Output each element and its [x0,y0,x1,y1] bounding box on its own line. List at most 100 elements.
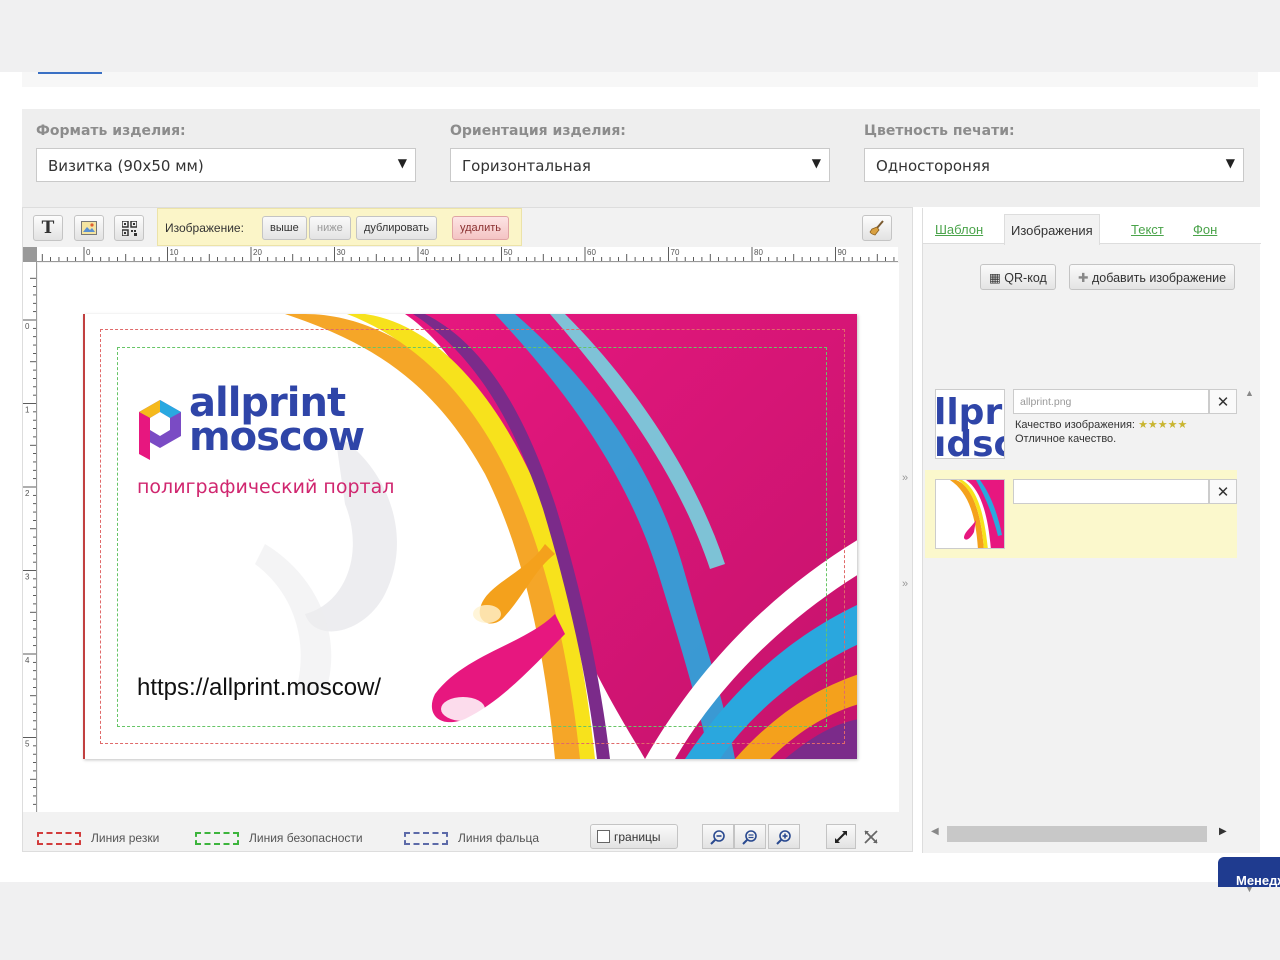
broom-icon [869,220,884,236]
add-image-tool-button[interactable] [74,215,104,241]
remove-image-button[interactable]: ✕ [1209,389,1237,414]
delete-image-button[interactable]: удалить [452,216,510,240]
scrollbar-thumb[interactable] [947,826,1207,842]
borders-label: границы [614,829,661,844]
cut-line-swatch [37,831,81,845]
move-down-button[interactable]: ниже [309,216,351,240]
tab-template[interactable]: Шаблон [929,214,989,244]
clear-canvas-button[interactable] [862,215,892,241]
ruler-tick-label: 2 [25,489,30,498]
card-url[interactable]: https://allprint.moscow/ [137,674,381,702]
ruler-tick-label: 90 [838,248,847,257]
ruler-tick-label: 4 [25,656,30,665]
swirl-thumbnail-image [936,480,1004,548]
ruler-tick-label: 3 [25,573,30,582]
safety-line-swatch [195,831,239,845]
image-list-item[interactable]: llpr ıdsc allprint.png ✕ Качество изобра… [925,380,1237,468]
orientation-param: Ориентация изделия: Горизонтальная ▼ [450,123,830,182]
vertical-ruler: 0 1 2 3 4 5 [23,262,37,812]
image-list-item-selected[interactable]: ✕ [925,470,1237,558]
collapse-button[interactable] [863,829,879,850]
ruler-tick-label: 70 [671,248,680,257]
card-tagline[interactable]: полиграфический портал [137,476,394,498]
add-text-button[interactable]: T [33,215,63,241]
ruler-tick-label: 60 [587,248,596,257]
logo-mark-icon [139,400,181,460]
legend-cut: Линия резки [37,831,159,845]
image-name-input[interactable]: allprint.png [1013,389,1209,414]
manager-chat-button[interactable]: Менеджер [1218,857,1280,887]
legend-safety: Линия безопасности [195,831,363,845]
legend-safety-label: Линия безопасности [249,831,363,845]
tab-text[interactable]: Текст [1125,214,1170,244]
remove-image-button[interactable]: ✕ [1209,479,1237,504]
horizontal-ruler-ticks: 0 10 20 30 40 50 60 70 80 90 [41,247,895,261]
tab-background[interactable]: Фон [1187,214,1223,244]
plus-icon: ✚ [1078,271,1089,285]
borders-checkbox[interactable] [597,830,610,843]
orientation-value: Горизонтальная [462,157,591,175]
add-qr-tool-button[interactable] [114,215,144,241]
business-card[interactable]: allprint moscow полиграфический портал h… [83,314,857,759]
move-up-button[interactable]: выше [262,216,307,240]
page: Формать изделия: Визитка (90х50 мм) ▼ Ор… [0,72,1280,894]
editor-bottom-bar: Линия резки Линия безопасности Линия фал… [23,812,912,852]
ruler-tick-label: 10 [170,248,179,257]
ruler-tick-label: 80 [754,248,763,257]
scroll-left-icon[interactable]: ◀ [931,826,939,837]
legend-fold-label: Линия фальца [458,831,540,845]
expand-button[interactable] [826,824,856,849]
qr-code-icon [121,220,137,236]
orientation-label: Ориентация изделия: [450,123,626,139]
horizontal-ruler: 0 10 20 30 40 50 60 70 80 90 [37,247,898,262]
top-tab-strip [22,72,1258,87]
add-qr-button[interactable]: ▦ QR-код [980,264,1056,290]
editor-area: T Изображение: выше ниже дублировать уда… [22,207,913,852]
close-icon: ✕ [1216,393,1230,411]
legend-cut-label: Линия резки [91,831,160,845]
side-panel: Шаблон Изображения Текст Фон ▦ QR-код ✚ … [922,208,1261,894]
duplicate-button[interactable]: дублировать [356,216,438,240]
add-image-button[interactable]: ✚ добавить изображение [1069,264,1236,290]
panel-splitter-icon[interactable]: » [902,472,908,484]
zoom-out-button[interactable] [702,824,734,849]
orientation-select[interactable]: Горизонтальная ▼ [450,148,830,182]
color-param: Цветность печати: Одностороняя ▼ [864,123,1244,182]
image-icon [81,221,97,235]
scroll-right-icon[interactable]: ▶ [1219,826,1227,837]
quality-label: Качество изображения: [1015,419,1135,431]
panel-splitter-icon[interactable]: » [902,578,908,590]
collapse-icon [864,830,878,844]
logo-line-2: moscow [189,414,365,460]
ruler-tick-label: 1 [25,406,30,415]
add-image-label: добавить изображение [1091,271,1227,285]
scroll-up-icon[interactable]: ▲ [1245,388,1254,398]
svg-text:ıdsc: ıdsc [936,424,1005,459]
ruler-tick-label: 0 [86,248,91,257]
ruler-tick-label: 0 [25,322,30,331]
toggle-borders-button[interactable]: границы [590,824,678,849]
format-select[interactable]: Визитка (90х50 мм) ▼ [36,148,416,182]
image-name-input[interactable] [1013,479,1209,504]
ruler-tick-label: 20 [253,248,262,257]
quality-text: Отличное качество. [1015,433,1117,445]
tab-images[interactable]: Изображения [1004,214,1100,245]
image-panel-actions: ▦ QR-код ✚ добавить изображение [923,252,1249,296]
format-value: Визитка (90х50 мм) [48,157,204,175]
horizontal-scrollbar[interactable]: ◀ ▶ [923,822,1239,842]
color-value: Одностороняя [876,157,990,175]
color-select[interactable]: Одностороняя ▼ [864,148,1244,182]
image-thumbnail[interactable] [935,479,1005,549]
image-actions-bar: Изображение: выше ниже дублировать удали… [157,208,522,246]
zoom-reset-button[interactable] [734,824,766,849]
ruler-corner [23,247,37,262]
vertical-scrollbar[interactable]: ▲ ▼ [1239,308,1259,894]
zoom-out-icon [710,829,725,845]
logo-wordmark: allprint moscow [189,383,365,460]
dropdown-arrow-icon: ▼ [1225,156,1235,170]
image-thumbnail[interactable]: llpr ıdsc [935,389,1005,459]
zoom-in-button[interactable] [768,824,800,849]
logo-thumbnail-image: llpr ıdsc [936,392,1005,459]
ruler-tick-label: 30 [337,248,346,257]
design-canvas[interactable]: allprint moscow полиграфический портал h… [38,263,899,812]
